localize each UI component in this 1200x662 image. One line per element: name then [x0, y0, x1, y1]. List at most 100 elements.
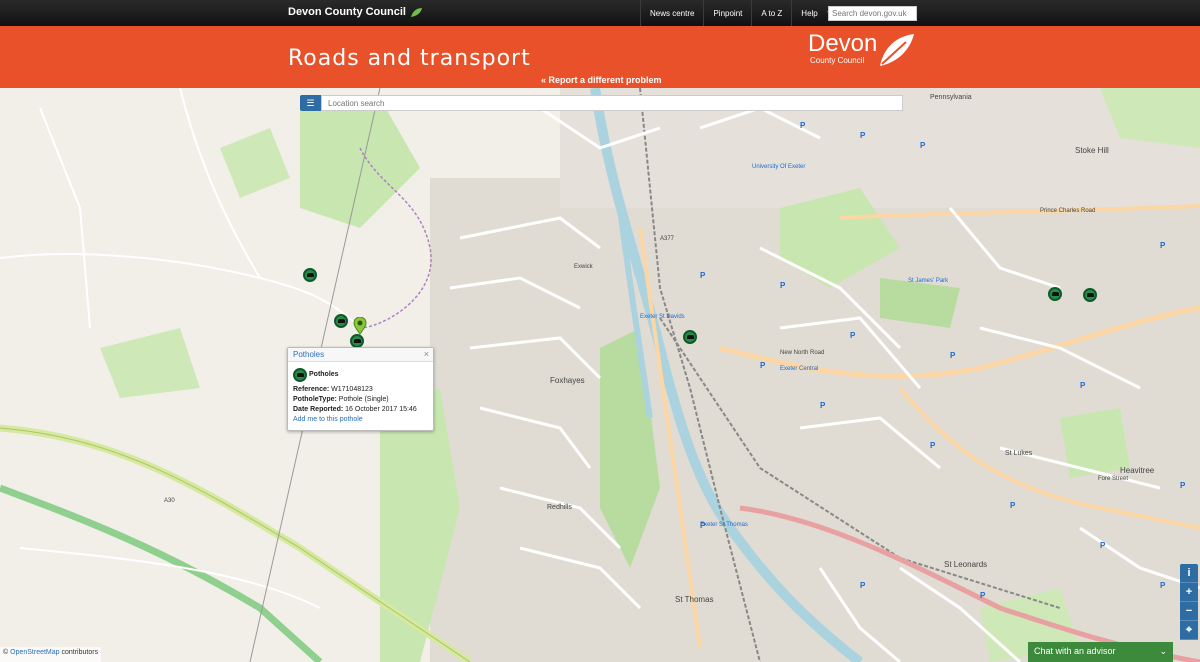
map-attribution: © OpenStreetMap contributors: [0, 647, 102, 662]
map-label-new-north-road: New North Road: [780, 350, 825, 356]
svg-text:P: P: [950, 351, 956, 360]
popup-title-text: Potholes: [309, 371, 339, 378]
brand-text: Devon County Council: [288, 6, 406, 18]
council-brand[interactable]: Devon County Council: [288, 6, 423, 18]
devon-logo[interactable]: Devon County Council: [808, 30, 914, 66]
svg-text:P: P: [780, 281, 786, 290]
date-value: 16 October 2017 15:46: [345, 406, 417, 413]
car-icon: [1086, 293, 1094, 297]
page-title: Roads and transport: [288, 46, 531, 71]
nav-news-centre[interactable]: News centre: [640, 0, 703, 26]
svg-text:P: P: [1160, 241, 1166, 250]
menu-icon[interactable]: ☰: [300, 95, 321, 111]
pothole-marker[interactable]: [1083, 288, 1097, 302]
chat-label: Chat with an advisor: [1034, 646, 1116, 656]
car-icon: [353, 339, 361, 343]
svg-text:P: P: [1010, 501, 1016, 510]
map-label-foxhayes: Foxhayes: [550, 376, 585, 385]
page-header: Roads and transport « Report a different…: [0, 26, 1200, 88]
map-label-university: University Of Exeter: [752, 164, 806, 170]
attribution-suffix: contributors: [61, 649, 99, 656]
map-label-st-leonards: St Leonards: [944, 560, 988, 569]
logo-main-text: Devon: [808, 30, 878, 57]
svg-text:P: P: [1080, 381, 1086, 390]
leaf-icon: [410, 7, 422, 17]
popup-reference-row: Reference: W171048123: [293, 385, 428, 395]
map-label-redhills: Redhills: [547, 504, 572, 511]
map-label-exeter-st-davids: Exeter St Davids: [640, 314, 685, 320]
reference-label: Reference:: [293, 386, 330, 393]
popup-date-row: Date Reported: 16 October 2017 15:46: [293, 405, 428, 415]
map-label-a30: A30: [164, 498, 175, 504]
svg-text:P: P: [850, 331, 856, 340]
top-navigation: News centre Pinpoint A to Z Help ▼: [640, 0, 842, 26]
zoom-out-button[interactable]: −: [1180, 602, 1198, 621]
svg-text:P: P: [1100, 541, 1106, 550]
chevron-down-icon: ⌄: [1159, 646, 1167, 656]
map-label-prince-charles-road: Prince Charles Road: [1040, 208, 1096, 214]
chat-with-advisor-button[interactable]: Chat with an advisor ⌄: [1028, 642, 1173, 662]
map-label-a377: A377: [660, 236, 675, 242]
location-search-input[interactable]: [321, 95, 903, 111]
popup-header-label: Potholes: [293, 350, 325, 359]
pothole-marker[interactable]: [334, 314, 348, 328]
car-icon: [686, 335, 694, 339]
location-search-bar: ☰: [300, 95, 903, 111]
map-label-exeter-central: Exeter Central: [780, 366, 819, 372]
copyright-symbol: ©: [3, 649, 9, 656]
map-label-pennsylvania: Pennsylvania: [930, 94, 972, 101]
close-icon[interactable]: ×: [424, 349, 429, 359]
map-view[interactable]: PPP PPP PPP PPP PPP PPP PP Exwick Foxhay…: [0, 88, 1200, 662]
svg-text:P: P: [1180, 481, 1186, 490]
svg-text:P: P: [800, 121, 806, 130]
map-label-st-lukes: St Lukes: [1005, 450, 1033, 457]
pothole-marker[interactable]: [350, 334, 364, 348]
map-label-heavitree: Heavitree: [1120, 466, 1155, 475]
top-bar: Devon County Council News centre Pinpoin…: [0, 0, 1200, 26]
svg-text:P: P: [700, 271, 706, 280]
car-icon: [337, 319, 345, 323]
map-tiles: PPP PPP PPP PPP PPP PPP PP: [0, 88, 1200, 662]
svg-text:P: P: [1160, 581, 1166, 590]
pothole-marker[interactable]: [1048, 287, 1062, 301]
nav-pinpoint[interactable]: Pinpoint: [703, 0, 751, 26]
pothole-marker[interactable]: [683, 330, 697, 344]
svg-text:P: P: [860, 581, 866, 590]
svg-text:P: P: [980, 591, 986, 600]
map-controls: i + − ⌖: [1180, 564, 1198, 640]
svg-text:P: P: [860, 131, 866, 140]
info-icon[interactable]: i: [1180, 564, 1198, 583]
logo-leaf-icon: [880, 34, 914, 66]
openstreetmap-link[interactable]: OpenStreetMap: [10, 649, 59, 656]
popup-title: Potholes: [293, 368, 428, 382]
map-label-fore-street: Fore Street: [1098, 476, 1129, 482]
nav-a-to-z[interactable]: A to Z: [751, 0, 791, 26]
selected-location-pin-icon[interactable]: [353, 317, 367, 335]
pothole-icon: [293, 368, 307, 382]
popup-type-row: PotholeType: Pothole (Single): [293, 395, 428, 405]
car-icon: [1051, 292, 1059, 296]
type-value: Pothole (Single): [338, 396, 389, 403]
date-label: Date Reported:: [293, 406, 344, 413]
zoom-in-button[interactable]: +: [1180, 583, 1198, 602]
popup-header: Potholes ×: [288, 348, 433, 362]
popup-body: Potholes Reference: W171048123 PotholeTy…: [288, 362, 433, 429]
map-label-stoke-hill: Stoke Hill: [1075, 146, 1109, 155]
car-icon: [306, 273, 314, 277]
map-label-exwick: Exwick: [574, 264, 593, 270]
pothole-marker[interactable]: [303, 268, 317, 282]
type-label: PotholeType:: [293, 396, 337, 403]
nav-help-label: Help: [801, 8, 818, 18]
svg-text:P: P: [760, 361, 766, 370]
reference-value: W171048123: [331, 386, 373, 393]
svg-text:P: P: [920, 141, 926, 150]
svg-text:P: P: [930, 441, 936, 450]
map-label-exeter-st-thomas: Exeter St Thomas: [700, 522, 748, 528]
pothole-popup: Potholes × Potholes Reference: W17104812…: [287, 347, 434, 431]
add-me-to-pothole-link[interactable]: Add me to this pothole: [293, 415, 428, 425]
report-different-problem-link[interactable]: « Report a different problem: [541, 75, 662, 85]
logo-sub-text: County Council: [810, 56, 865, 65]
map-label-st-thomas: St Thomas: [675, 595, 714, 604]
site-search-input[interactable]: [828, 6, 917, 21]
locate-icon[interactable]: ⌖: [1180, 621, 1198, 640]
